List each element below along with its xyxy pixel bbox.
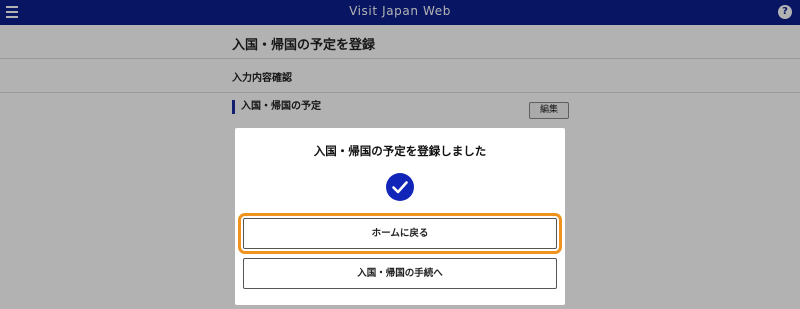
registration-complete-dialog: 入国・帰国の予定を登録しました ホームに戻る 入国・帰国の手続へ <box>235 128 565 305</box>
entry-procedure-button[interactable]: 入国・帰国の手続へ <box>243 258 557 289</box>
app-screen: Visit Japan Web ? 入国・帰国の予定を登録 入力内容確認 入国・… <box>0 0 800 309</box>
home-button[interactable]: ホームに戻る <box>238 213 562 254</box>
check-circle-icon <box>386 173 414 201</box>
dialog-title: 入国・帰国の予定を登録しました <box>313 144 487 158</box>
